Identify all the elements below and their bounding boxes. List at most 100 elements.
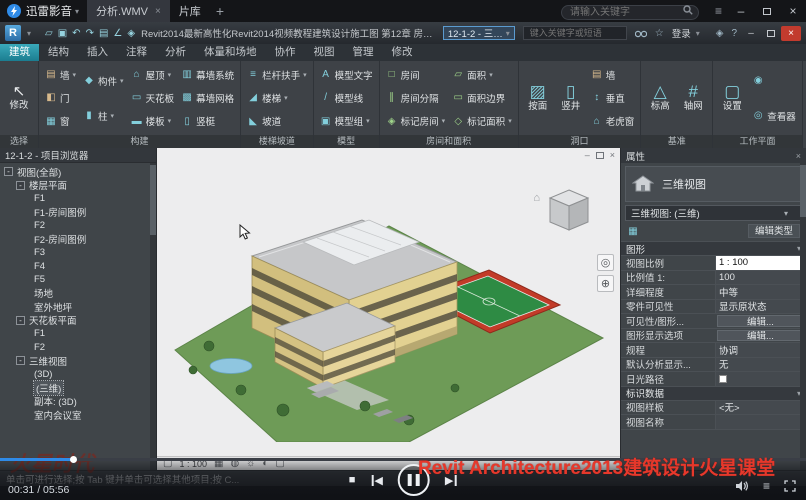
panel-caption-model[interactable]: 模型	[314, 135, 379, 148]
model-group-button[interactable]: ▣模型组▾	[318, 113, 375, 130]
view-restore-icon[interactable]	[596, 152, 604, 159]
tree-item[interactable]: F2-房间图例	[0, 233, 156, 247]
tab-architecture[interactable]: 建筑	[0, 44, 39, 61]
revit-app-button[interactable]: R	[5, 25, 21, 41]
grid-button[interactable]: #轴网	[678, 63, 708, 133]
main-menu-icon[interactable]: ≡	[715, 4, 722, 18]
infocenter-search-input[interactable]	[523, 26, 627, 40]
section-identity-data[interactable]: 标识数据 ▾	[621, 387, 806, 401]
panel-caption-room-area[interactable]: 房间和面积	[380, 135, 518, 148]
player-search-input[interactable]	[561, 5, 699, 20]
minimize-button[interactable]: –	[728, 0, 754, 22]
panel-caption-datum[interactable]: 基准	[641, 135, 712, 148]
collapse-icon[interactable]: -	[16, 356, 25, 365]
zoom-icon[interactable]: ⊕	[597, 275, 614, 292]
tab-manage[interactable]: 管理	[344, 44, 383, 61]
edit-type-button[interactable]: 编辑类型	[748, 224, 800, 238]
visibility-edit-button[interactable]: 编辑...	[717, 315, 804, 327]
tree-item-views[interactable]: -视图(全部)	[0, 165, 156, 179]
type-selector-dropdown[interactable]: 三维视图: (三维) ▾	[625, 205, 802, 221]
close-tab-icon[interactable]: ×	[155, 6, 161, 17]
panel-caption-select[interactable]: 选择	[0, 135, 38, 148]
panel-caption-workplane[interactable]: 工作平面	[713, 135, 802, 148]
video-frame[interactable]: R ▾ ▱ ▣ ↶ ↷ ▤ ∠ ◈ Revit2014最新高性化Revit201…	[0, 22, 806, 500]
chevron-down-icon[interactable]: ▾	[27, 29, 31, 38]
drawing-area[interactable]: – × ⌂ ◎ ⊕	[157, 148, 620, 470]
tree-item[interactable]: F2	[0, 341, 156, 355]
door-button[interactable]: ◧门	[43, 89, 78, 106]
scrollbar-thumb[interactable]	[150, 165, 156, 235]
parts-visibility-value[interactable]: 显示原状态	[715, 300, 806, 314]
dormer-button[interactable]: ⌂老虎窗	[589, 113, 637, 130]
volume-icon[interactable]	[735, 480, 749, 492]
tab-modify[interactable]: 修改	[383, 44, 422, 61]
tab-massing-site[interactable]: 体量和场地	[195, 44, 266, 61]
panel-caption-build[interactable]: 构建	[39, 135, 240, 148]
steering-wheel-icon[interactable]: ◎	[597, 254, 614, 271]
mullion-button[interactable]: ▯竖梃	[179, 113, 236, 130]
collapse-icon[interactable]: -	[16, 181, 25, 190]
help-icon[interactable]: ?	[731, 28, 737, 39]
close-button[interactable]: ×	[780, 0, 806, 22]
area-button[interactable]: ▱面积▾	[450, 66, 514, 83]
tab-structure[interactable]: 结构	[39, 44, 78, 61]
search-icon[interactable]	[683, 5, 693, 15]
tab-annotate[interactable]: 注释	[117, 44, 156, 61]
show-workplane-button[interactable]: ◉	[750, 72, 798, 89]
stair-button[interactable]: ◢楼梯▾	[245, 89, 309, 106]
opening-by-face-button[interactable]: ▨按面	[523, 63, 553, 133]
model-text-button[interactable]: A模型文字	[318, 66, 375, 83]
tree-item[interactable]: F4	[0, 260, 156, 274]
new-tab-button[interactable]: +	[216, 3, 224, 19]
tree-item-floor-plans[interactable]: -楼层平面	[0, 179, 156, 193]
properties-scrollbar[interactable]	[800, 163, 806, 470]
tab-collaborate[interactable]: 协作	[266, 44, 305, 61]
view-close-icon[interactable]: ×	[610, 150, 615, 160]
revit-close-button[interactable]: ×	[781, 26, 801, 41]
area-boundary-button[interactable]: ▭面积边界	[450, 89, 514, 106]
ramp-button[interactable]: ◣坡道	[245, 113, 309, 130]
tree-item[interactable]: F1	[0, 192, 156, 206]
binoculars-icon[interactable]	[635, 29, 647, 38]
player-tab-library[interactable]: 片库	[170, 0, 210, 22]
redo-icon[interactable]: ↷	[86, 28, 94, 39]
undo-icon[interactable]: ↶	[72, 28, 80, 39]
graphic-display-edit-button[interactable]: 编辑...	[717, 330, 804, 342]
detail-level-value[interactable]: 中等	[715, 285, 806, 299]
curtain-system-button[interactable]: ▥幕墙系统	[179, 66, 236, 83]
room-separator-button[interactable]: ∥房间分隔	[384, 89, 448, 106]
tab-insert[interactable]: 插入	[78, 44, 117, 61]
section-graphics[interactable]: 图形 ▾	[621, 242, 806, 256]
progress-knob[interactable]	[70, 456, 77, 463]
tree-item-ceiling-plans[interactable]: -天花板平面	[0, 314, 156, 328]
browser-scrollbar[interactable]	[150, 163, 156, 470]
favorites-star-icon[interactable]: ☆	[655, 28, 664, 39]
modify-button[interactable]: ↖ 修改	[4, 63, 34, 133]
wall-button[interactable]: ▤墙▾	[43, 66, 78, 83]
revit-minimize-button[interactable]: –	[741, 26, 761, 41]
set-workplane-button[interactable]: ▢设置	[717, 63, 747, 133]
view-scale-value[interactable]: 1 : 100	[715, 256, 806, 270]
floor-button[interactable]: ▬楼板▾	[129, 113, 177, 130]
player-search[interactable]	[561, 2, 699, 20]
window-button[interactable]: ▦窗	[43, 113, 78, 130]
scrollbar-thumb[interactable]	[800, 165, 806, 217]
open-icon[interactable]: ▱	[45, 28, 53, 39]
sun-path-checkbox[interactable]	[719, 375, 727, 383]
tag-icon[interactable]: ◈	[127, 28, 135, 39]
scale-value[interactable]: 100	[715, 271, 806, 285]
tag-room-button[interactable]: ◈标记房间▾	[384, 113, 448, 130]
project-browser-title[interactable]: 12-1-2 - 项目浏览器	[0, 148, 156, 163]
tree-item[interactable]: F3	[0, 246, 156, 260]
railing-button[interactable]: ≡栏杆扶手▾	[245, 66, 309, 83]
close-icon[interactable]: ×	[796, 151, 801, 161]
previous-button[interactable]: ◀	[370, 474, 382, 487]
panel-caption-opening[interactable]: 洞口	[519, 135, 641, 148]
viewer-button[interactable]: ◎查看器	[750, 107, 798, 124]
room-button[interactable]: □房间	[384, 66, 448, 83]
playlist-icon[interactable]: ≡	[763, 479, 770, 493]
revit-restore-button[interactable]	[761, 26, 781, 41]
view-name-value[interactable]	[715, 415, 806, 429]
infocenter-search[interactable]	[523, 26, 627, 40]
roof-button[interactable]: ⌂屋顶▾	[129, 66, 177, 83]
